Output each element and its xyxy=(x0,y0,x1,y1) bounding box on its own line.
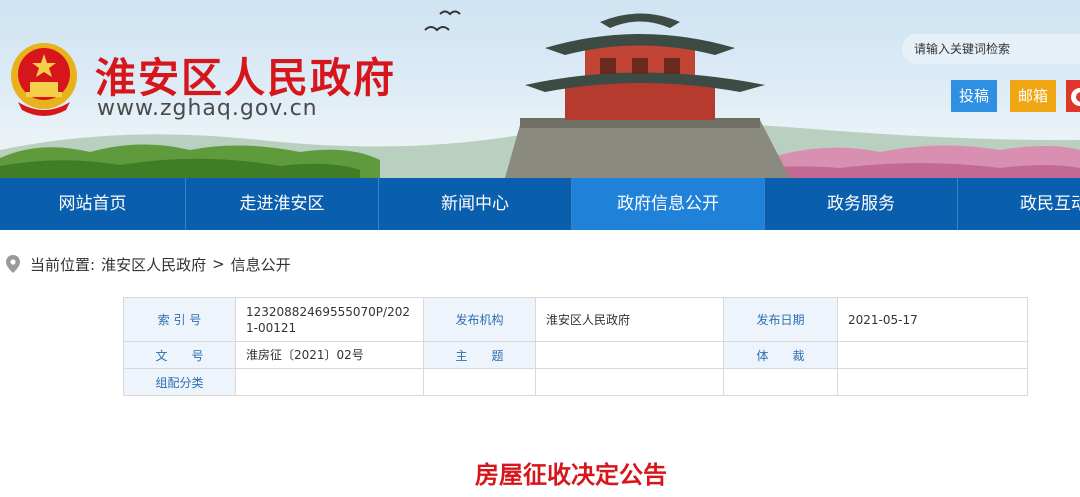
search-input[interactable]: 请输入关键词检索 xyxy=(902,34,1080,64)
nav-item-home[interactable]: 网站首页 xyxy=(0,178,186,230)
national-emblem-icon xyxy=(11,43,77,116)
breadcrumb-link-gov[interactable]: 淮安区人民政府 xyxy=(101,254,206,275)
nav-item-gov-info[interactable]: 政府信息公开 xyxy=(572,178,765,230)
nav-item-news[interactable]: 新闻中心 xyxy=(379,178,572,230)
table-row: 文 号 淮房征〔2021〕02号 主 题 体 裁 xyxy=(123,341,1028,369)
table-row: 组配分类 xyxy=(123,368,1028,396)
subject-value xyxy=(535,341,724,369)
nav-item-services[interactable]: 政务服务 xyxy=(765,178,958,230)
site-title[interactable]: 淮安区人民政府 xyxy=(95,44,396,104)
category-value xyxy=(235,368,424,396)
breadcrumb-separator: > xyxy=(212,255,225,273)
main-nav: 网站首页 走进淮安区 新闻中心 政府信息公开 政务服务 政民互动 xyxy=(0,178,1080,230)
category-label: 组配分类 xyxy=(123,368,236,396)
breadcrumb-link-info[interactable]: 信息公开 xyxy=(231,254,291,275)
index-number-value: 12320882469555070P/2021-00121 xyxy=(235,297,424,342)
genre-label: 体 裁 xyxy=(723,341,838,369)
mail-button[interactable]: 邮箱 xyxy=(1010,80,1056,112)
empty-cell xyxy=(723,368,838,396)
publish-date-label: 发布日期 xyxy=(723,297,838,342)
document-number-value: 淮房征〔2021〕02号 xyxy=(235,341,424,369)
nav-item-about[interactable]: 走进淮安区 xyxy=(186,178,379,230)
breadcrumb-prefix: 当前位置: xyxy=(30,255,96,274)
empty-cell xyxy=(423,368,536,396)
publisher-label: 发布机构 xyxy=(423,297,536,342)
table-row: 索 引 号 12320882469555070P/2021-00121 发布机构… xyxy=(123,297,1028,342)
document-info-table: 索 引 号 12320882469555070P/2021-00121 发布机构… xyxy=(123,297,1028,396)
subject-label: 主 题 xyxy=(423,341,536,369)
submit-button[interactable]: 投稿 xyxy=(951,80,997,112)
nav-item-interaction[interactable]: 政民互动 xyxy=(958,178,1080,230)
empty-cell xyxy=(535,368,724,396)
site-url: www.zghaq.gov.cn xyxy=(97,96,318,121)
publisher-value: 淮安区人民政府 xyxy=(535,297,724,342)
weibo-icon xyxy=(1071,88,1080,106)
publish-date-value: 2021-05-17 xyxy=(837,297,1028,342)
weibo-button[interactable] xyxy=(1066,80,1080,112)
breadcrumb: 当前位置: 淮安区人民政府 > 信息公开 xyxy=(6,253,297,275)
index-number-label: 索 引 号 xyxy=(123,297,236,342)
genre-value xyxy=(837,341,1028,369)
empty-cell xyxy=(837,368,1028,396)
document-number-label: 文 号 xyxy=(123,341,236,369)
article-title: 房屋征收决定公告 xyxy=(475,461,667,489)
location-pin-icon xyxy=(6,255,20,273)
header-banner: 淮安区人民政府 www.zghaq.gov.cn 请输入关键词检索 投稿 邮箱 xyxy=(0,0,1080,178)
